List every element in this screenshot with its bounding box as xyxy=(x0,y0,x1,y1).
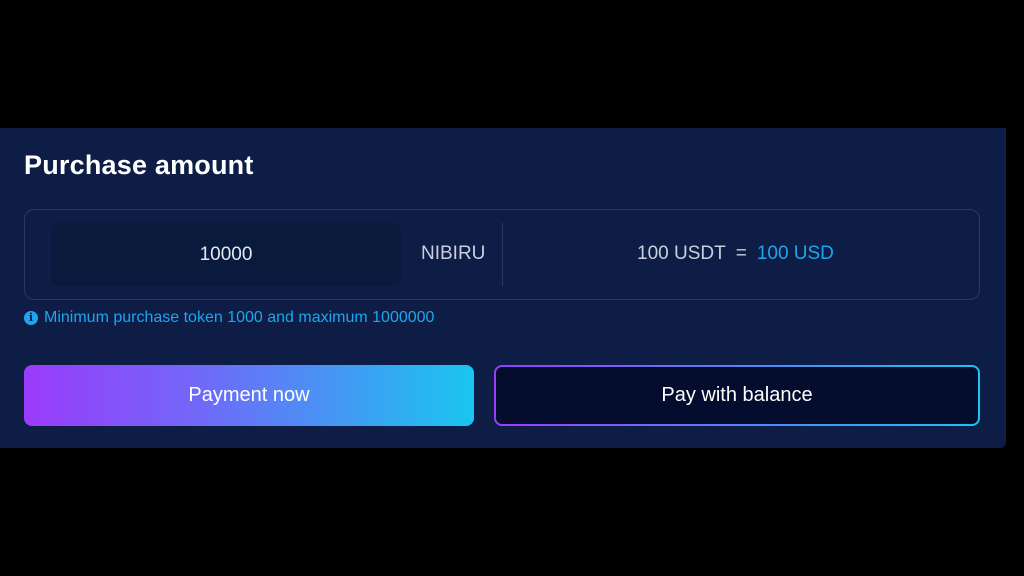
rate-usdt: 100 USDT xyxy=(637,243,726,264)
token-label: NIBIRU xyxy=(421,243,486,264)
rate-usd: 100 USD xyxy=(756,243,834,264)
purchase-limit-note: i Minimum purchase token 1000 and maximu… xyxy=(24,309,434,327)
info-icon: i xyxy=(24,311,38,325)
rate-equals: = xyxy=(735,243,747,264)
payment-now-button[interactable]: Payment now xyxy=(24,365,474,426)
purchase-input-card: NIBIRU 100 USDT = 100 USD xyxy=(24,209,980,300)
purchase-panel: Purchase amount NIBIRU 100 USDT=100 USD … xyxy=(0,128,1006,448)
amount-input[interactable] xyxy=(51,223,401,286)
divider xyxy=(502,223,503,286)
conversion-rate: 100 USDT = 100 USD xyxy=(637,243,834,265)
pay-with-balance-button[interactable]: Pay with balance xyxy=(494,365,980,426)
purchase-limit-text: Minimum purchase token 1000 and maximum … xyxy=(44,309,435,326)
panel-title: Purchase amount xyxy=(24,150,254,180)
